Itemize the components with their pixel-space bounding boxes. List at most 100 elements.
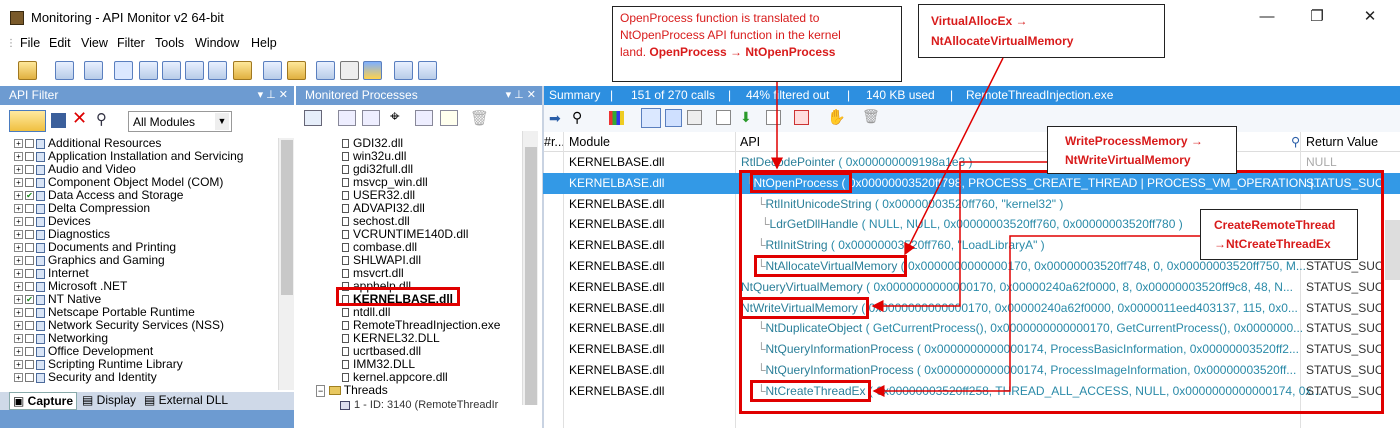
category-checkbox[interactable] [25, 152, 34, 162]
category-checkbox[interactable] [25, 139, 34, 149]
save-filter-icon[interactable] [51, 113, 66, 128]
category-checkbox[interactable] [25, 282, 34, 292]
category-checkbox[interactable] [25, 230, 34, 240]
attach-icon[interactable] [338, 110, 356, 126]
save-icon[interactable] [55, 61, 74, 80]
api-filter-scrollbar[interactable] [278, 138, 294, 390]
scroll-thumb[interactable] [281, 140, 293, 295]
arrow-right-icon[interactable]: ➡ [549, 110, 561, 127]
folder-dropdown-icon[interactable] [9, 110, 46, 132]
maximize-button[interactable]: ❐ [1305, 6, 1329, 28]
download-icon[interactable]: ⬇ [740, 109, 752, 126]
col-num[interactable]: #r... [544, 132, 565, 152]
shield-icon[interactable] [363, 61, 382, 80]
process-icon[interactable] [316, 61, 335, 80]
window-icon[interactable] [162, 61, 181, 80]
expand-icon[interactable]: + [14, 243, 23, 253]
tab-display[interactable]: ▤ Display [79, 392, 139, 410]
category-checkbox[interactable] [25, 308, 34, 318]
export-icon[interactable] [263, 61, 282, 80]
binoculars-icon[interactable]: ⚲ [572, 109, 582, 126]
process-tool-icon[interactable] [304, 110, 322, 126]
grid-scrollbar[interactable] [1385, 220, 1400, 280]
properties-icon[interactable] [440, 110, 458, 126]
colors-icon[interactable] [609, 111, 624, 125]
menu-window[interactable]: Window [195, 36, 239, 50]
category-checkbox[interactable] [25, 217, 34, 227]
expand-icon[interactable]: + [14, 204, 23, 214]
menu-help[interactable]: Help [251, 36, 277, 50]
copy-icon[interactable] [84, 61, 103, 80]
chevron-down-icon[interactable]: ▼ [215, 113, 229, 130]
expand-icon[interactable]: + [14, 178, 23, 188]
expand-icon[interactable]: + [14, 256, 23, 266]
panel-pin-icons[interactable]: ▾ ⊥ ✕ [258, 88, 288, 101]
copy-pages-icon[interactable] [394, 61, 413, 80]
menu-filter[interactable]: Filter [117, 36, 145, 50]
monitor-icon[interactable] [185, 61, 204, 80]
expand-icon[interactable]: + [14, 321, 23, 331]
detach-icon[interactable] [362, 110, 380, 126]
expand-icon[interactable]: + [14, 165, 23, 175]
category-checkbox[interactable] [25, 204, 34, 214]
category-checkbox[interactable] [25, 165, 34, 175]
expand-icon[interactable]: + [14, 230, 23, 240]
category-checkbox[interactable]: ✔ [25, 295, 34, 305]
category-checkbox[interactable] [25, 269, 34, 279]
scroll-thumb[interactable] [525, 147, 537, 405]
tools-icon[interactable] [340, 61, 359, 80]
menu-edit[interactable]: Edit [49, 36, 71, 50]
expand-icon[interactable]: + [14, 191, 23, 201]
clear-icon[interactable] [794, 110, 809, 125]
close-button[interactable]: ✕ [1358, 6, 1382, 28]
menu-file[interactable]: File [20, 36, 40, 50]
expand-icon[interactable]: + [14, 334, 23, 344]
panel-pin-icons[interactable]: ▾ ⊥ ✕ [506, 88, 536, 101]
col-return[interactable]: Return Value [1306, 132, 1378, 152]
lock-icon[interactable] [287, 61, 306, 80]
binoculars-icon[interactable]: ⚲ [96, 110, 107, 128]
expand-icon[interactable]: + [14, 152, 23, 162]
category-checkbox[interactable] [25, 321, 34, 331]
search-icon[interactable]: ⚲ [1291, 132, 1300, 152]
category-checkbox[interactable] [25, 178, 34, 188]
trash-icon[interactable]: 🗑 [862, 108, 880, 125]
brackets-icon[interactable] [114, 61, 133, 80]
menu-view[interactable]: View [81, 36, 108, 50]
hook-icon[interactable] [139, 61, 158, 80]
expand-icon[interactable]: + [14, 295, 23, 305]
open-folder-icon[interactable] [18, 61, 37, 80]
expand-icon[interactable]: + [14, 217, 23, 227]
columns-icon[interactable] [687, 110, 702, 125]
col-module[interactable]: Module [569, 132, 610, 152]
threads-node[interactable]: − Threads [316, 384, 388, 397]
collapse-icon[interactable]: − [316, 385, 326, 397]
module-select[interactable]: All Modules ▼ [128, 111, 232, 132]
expand-icon[interactable]: + [14, 347, 23, 357]
category-checkbox[interactable] [25, 256, 34, 266]
expand-icon[interactable]: + [14, 308, 23, 318]
filter-view-icon[interactable] [665, 109, 682, 127]
category-checkbox[interactable]: ✔ [25, 191, 34, 201]
help-doc-icon[interactable] [418, 61, 437, 80]
tab-external-dll[interactable]: ▤ External DLL [141, 392, 231, 410]
category-checkbox[interactable] [25, 243, 34, 253]
processes-scrollbar[interactable] [522, 131, 538, 405]
category-checkbox[interactable] [25, 347, 34, 357]
filter-category-item[interactable]: + Network Security Services (NSS) [14, 319, 224, 332]
tab-capture[interactable]: ▣ Capture [9, 392, 78, 410]
delete-icon[interactable]: ✕ [72, 108, 87, 129]
filter-category-item[interactable]: + Graphics and Gaming [14, 254, 165, 267]
category-checkbox[interactable] [25, 373, 34, 383]
category-checkbox[interactable] [25, 334, 34, 344]
modules-icon[interactable] [415, 110, 433, 126]
expand-icon[interactable]: + [14, 373, 23, 383]
thread-item[interactable]: 1 - ID: 3140 (RemoteThreadIr [340, 399, 498, 412]
expand-icon[interactable]: + [14, 282, 23, 292]
layout-icon[interactable] [208, 61, 227, 80]
hand-icon[interactable]: ✋ [827, 108, 846, 126]
expand-icon[interactable]: + [14, 269, 23, 279]
target-icon[interactable]: ⌖ [390, 107, 400, 127]
minimize-button[interactable]: — [1255, 6, 1279, 28]
category-checkbox[interactable] [25, 360, 34, 370]
